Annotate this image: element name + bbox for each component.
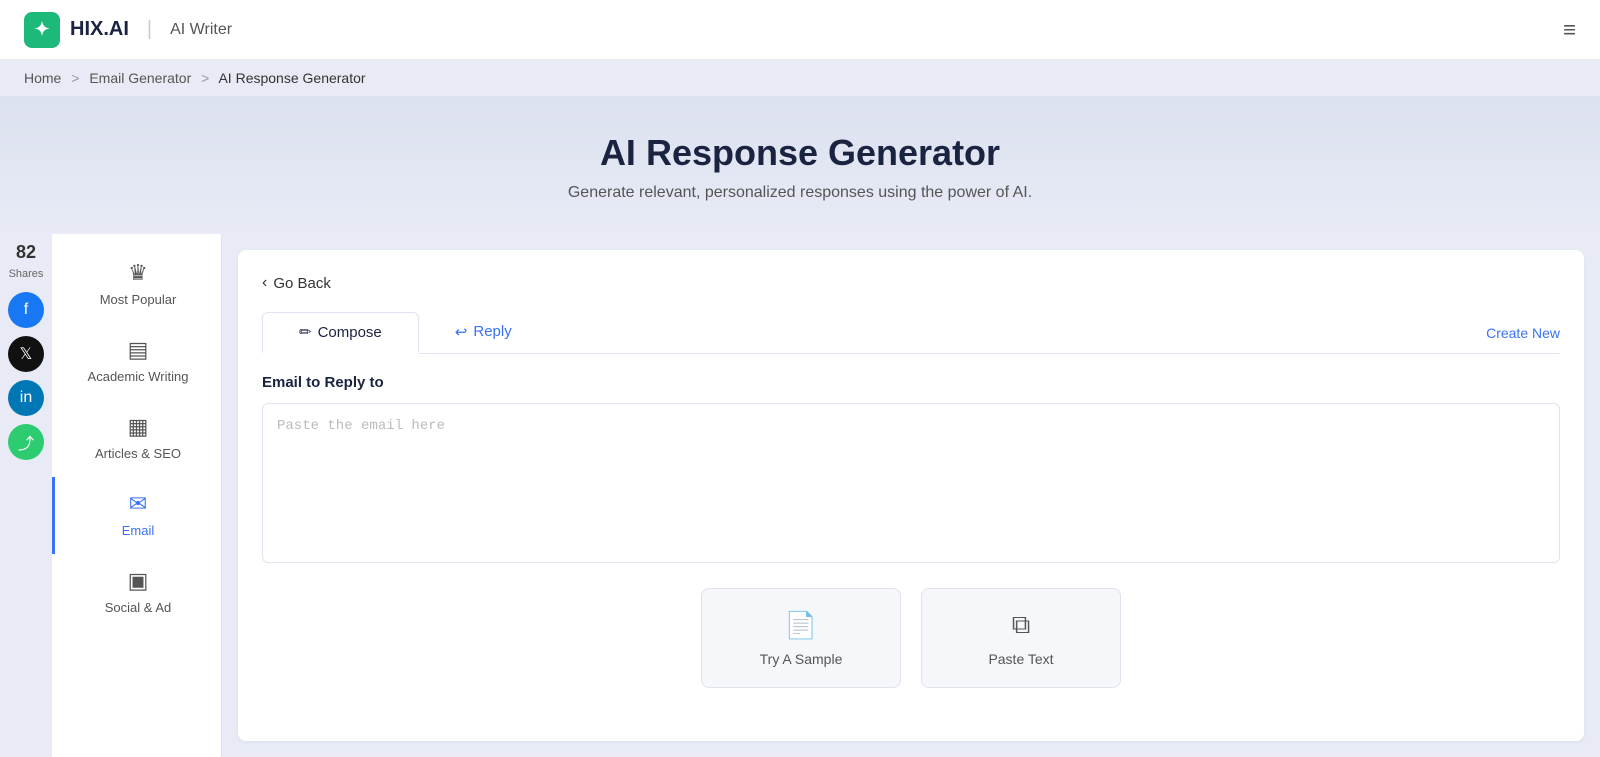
logo-area: ✦ HIX.AI | AI Writer xyxy=(24,12,232,48)
logo-icon: ✦ xyxy=(24,12,60,48)
sidebar-item-articles-seo[interactable]: ▦ Articles & SEO xyxy=(52,400,221,477)
content-area: ‹ Go Back ✏ Compose ↩ Reply Create New E… xyxy=(238,250,1584,741)
hero-section: AI Response Generator Generate relevant,… xyxy=(0,96,1600,234)
main-layout: 82 Shares f 𝕏 in ⤴ ♛ Most Popular ▤ Acad… xyxy=(0,234,1600,757)
page-title: AI Response Generator xyxy=(24,132,1576,174)
menu-icon[interactable]: ≡ xyxy=(1563,17,1576,43)
sidebar-item-academic-writing[interactable]: ▤ Academic Writing xyxy=(52,323,221,400)
left-nav: ♛ Most Popular ▤ Academic Writing ▦ Arti… xyxy=(52,234,222,757)
paste-icon: ⧉ xyxy=(1012,609,1031,641)
sample-icon: 📄 xyxy=(785,610,817,641)
back-arrow-icon: ‹ xyxy=(262,274,267,292)
compose-icon: ✏ xyxy=(299,323,312,341)
email-reply-form: Email to Reply to 📄 Try A Sample ⧉ Paste… xyxy=(262,374,1560,688)
sidebar-item-email[interactable]: ✉ Email xyxy=(52,477,221,554)
action-buttons: 📄 Try A Sample ⧉ Paste Text xyxy=(262,588,1560,688)
logo-sub-text: AI Writer xyxy=(170,21,232,39)
grid-icon: ▦ xyxy=(128,414,149,440)
email-reply-textarea[interactable] xyxy=(262,403,1560,563)
breadcrumb: Home > Email Generator > AI Response Gen… xyxy=(0,60,1600,96)
crown-icon: ♛ xyxy=(128,260,148,286)
linkedin-share-button[interactable]: in xyxy=(8,380,44,416)
logo-text: HIX.AI xyxy=(70,18,129,41)
sidebar-label-academic-writing: Academic Writing xyxy=(88,369,189,386)
go-back-label: Go Back xyxy=(273,275,331,292)
tab-compose-label: Compose xyxy=(318,324,382,341)
document-icon: ▤ xyxy=(128,337,149,363)
breadcrumb-parent[interactable]: Email Generator xyxy=(89,70,191,86)
paste-text-card[interactable]: ⧉ Paste Text xyxy=(921,588,1121,688)
reply-icon: ↩ xyxy=(455,323,468,341)
social-sidebar: 82 Shares f 𝕏 in ⤴ xyxy=(0,234,52,757)
try-sample-label: Try A Sample xyxy=(760,651,843,667)
breadcrumb-sep2: > xyxy=(201,70,209,86)
sidebar-label-email: Email xyxy=(122,523,155,540)
topnav: ✦ HIX.AI | AI Writer ≡ xyxy=(0,0,1600,60)
hero-subtitle: Generate relevant, personalized response… xyxy=(24,184,1576,202)
sidebar-label-articles-seo: Articles & SEO xyxy=(95,446,181,463)
share-count: 82 xyxy=(16,242,36,264)
email-icon: ✉ xyxy=(129,491,147,517)
sidebar-label-social-ad: Social & Ad xyxy=(105,600,172,617)
breadcrumb-current: AI Response Generator xyxy=(218,70,365,86)
share-label: Shares xyxy=(9,268,44,280)
try-sample-card[interactable]: 📄 Try A Sample xyxy=(701,588,901,688)
generic-share-button[interactable]: ⤴ xyxy=(8,424,44,460)
tab-bar: ✏ Compose ↩ Reply Create New xyxy=(262,312,1560,354)
breadcrumb-sep1: > xyxy=(71,70,79,86)
monitor-icon: ▣ xyxy=(128,568,149,594)
sidebar-item-most-popular[interactable]: ♛ Most Popular xyxy=(52,246,221,323)
sidebar-label-most-popular: Most Popular xyxy=(100,292,177,309)
paste-text-label: Paste Text xyxy=(988,651,1053,667)
twitter-share-button[interactable]: 𝕏 xyxy=(8,336,44,372)
go-back-button[interactable]: ‹ Go Back xyxy=(262,274,1560,292)
create-new-button[interactable]: Create New xyxy=(1486,325,1560,341)
tab-reply-label: Reply xyxy=(473,323,511,340)
tab-compose[interactable]: ✏ Compose xyxy=(262,312,419,354)
tab-reply[interactable]: ↩ Reply xyxy=(419,312,548,354)
logo-divider: | xyxy=(147,18,152,41)
field-label: Email to Reply to xyxy=(262,374,1560,391)
sidebar-item-social-ad[interactable]: ▣ Social & Ad xyxy=(52,554,221,631)
facebook-share-button[interactable]: f xyxy=(8,292,44,328)
breadcrumb-home[interactable]: Home xyxy=(24,70,61,86)
